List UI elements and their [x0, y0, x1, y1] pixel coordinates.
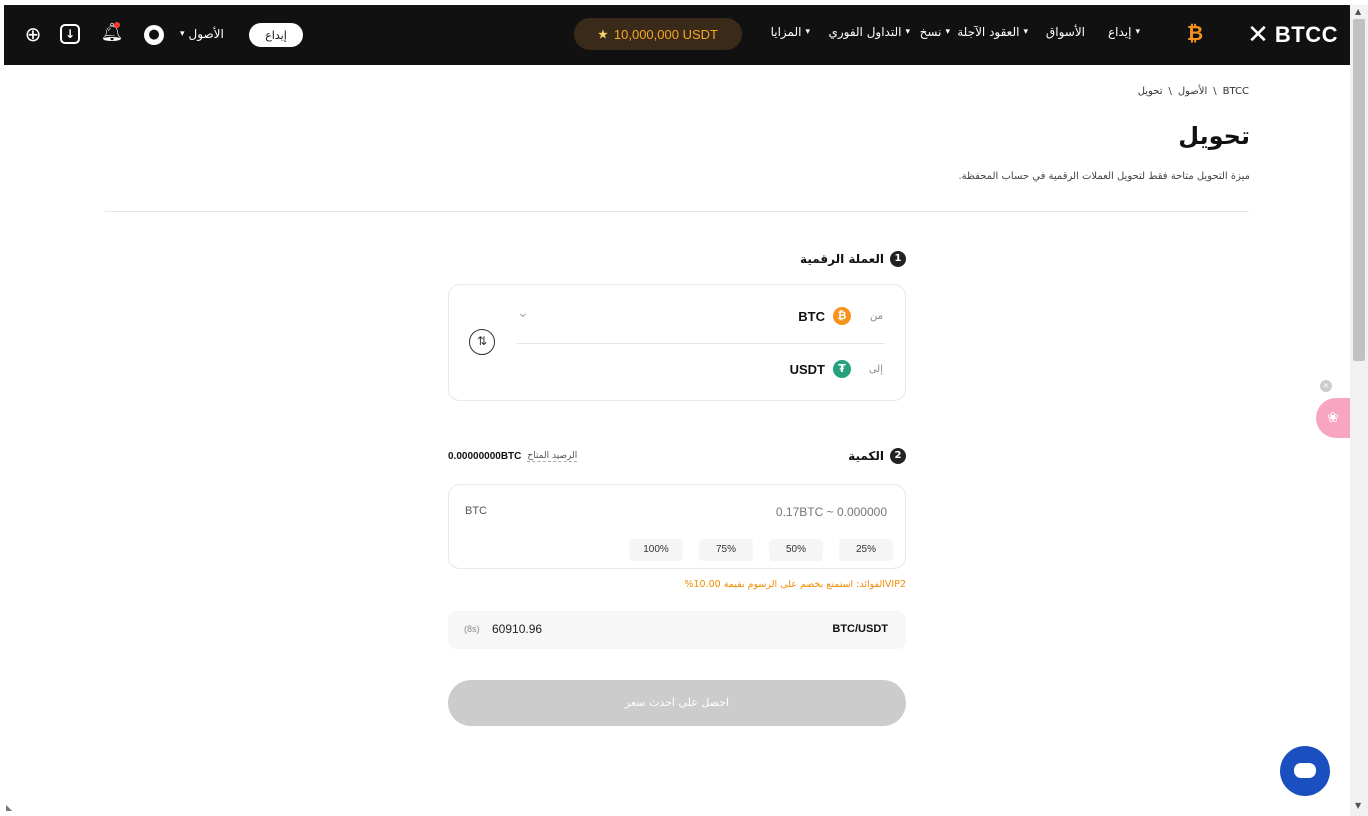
- step-number: 1: [890, 251, 906, 267]
- bitcoin-menu-icon[interactable]: ₿: [1185, 21, 1205, 45]
- caret-down-icon: ▾: [180, 29, 185, 39]
- quantity-unit: BTC: [465, 505, 487, 517]
- section-divider: [105, 211, 1249, 212]
- caret-down-icon: ▾: [905, 27, 910, 37]
- balance-value: 0.00000000BTC: [448, 451, 522, 462]
- top-navbar: ✕ BTCC ₿ إيداع ▾ الأسواق العقود الآجلة ▾…: [4, 5, 1350, 65]
- step-1-heading: 1 العملة الرقمية: [800, 251, 906, 267]
- pct-100-button[interactable]: 100%: [629, 539, 683, 561]
- nav-item-deposit[interactable]: إيداع ▾: [1108, 25, 1140, 39]
- tether-icon: ₮: [833, 360, 851, 378]
- nav-item-spot[interactable]: التداول الفوري ▾: [828, 25, 910, 39]
- btcc-logo[interactable]: ✕ BTCC: [1247, 19, 1338, 51]
- chevron-down-icon[interactable]: ⌄: [517, 305, 529, 321]
- logo-text: BTCC: [1274, 22, 1338, 47]
- scroll-up-arrow-icon[interactable]: ▲: [1355, 7, 1361, 16]
- bell-icon[interactable]: 🔔︎: [100, 21, 124, 45]
- nav-item-copy[interactable]: نسخ ▾: [920, 25, 950, 39]
- from-coin-selector[interactable]: من ₿ BTC: [798, 307, 883, 325]
- available-balance: الرصيد المتاح 0.00000000BTC: [448, 451, 578, 462]
- percentage-buttons: 100% 75% 50% 25%: [629, 539, 893, 561]
- caret-down-icon: ▾: [805, 27, 810, 37]
- get-latest-price-button[interactable]: احصل على احدث سعر: [448, 680, 906, 726]
- notification-dot: [114, 22, 120, 28]
- deposit-button[interactable]: إيداع: [249, 23, 303, 47]
- assets-menu-label: الأصول: [188, 27, 224, 41]
- caret-down-icon: ▾: [1135, 27, 1140, 37]
- breadcrumb: BTCC \ الأصول \ تحويل: [1138, 86, 1249, 97]
- step-label: الكمية: [848, 449, 884, 463]
- coin-divider: [517, 343, 885, 344]
- breadcrumb-assets[interactable]: الأصول: [1178, 86, 1207, 97]
- caret-down-icon: ▾: [945, 27, 950, 37]
- pct-25-button[interactable]: 25%: [839, 539, 893, 561]
- scroll-thumb[interactable]: [1353, 19, 1365, 361]
- rate-refresh-timer: (8s): [464, 624, 480, 634]
- nav-item-benefits[interactable]: المزايا ▾: [771, 25, 810, 39]
- scroll-down-arrow-icon[interactable]: ▼: [1355, 801, 1361, 810]
- chat-bubble-icon: [1294, 763, 1316, 778]
- nav-item-label: التداول الفوري: [828, 25, 902, 39]
- globe-icon[interactable]: ⊕: [22, 23, 44, 45]
- page-subtitle: ميزة التحويل متاحة فقط لتحويل العملات ال…: [958, 171, 1250, 182]
- coin-selector-card: من ₿ BTC ⌄ ⇅ إلى ₮ USDT: [448, 284, 906, 401]
- rate-value: 60910.96: [492, 622, 543, 636]
- nav-item-label: الأسواق: [1045, 25, 1085, 39]
- vip-badge-icon: ★: [598, 28, 608, 41]
- caret-down-icon: ▾: [1023, 27, 1028, 37]
- page-title: تحويل: [1178, 122, 1250, 150]
- balance-label: الرصيد المتاح: [527, 451, 578, 462]
- nav-item-label: المزايا: [770, 25, 802, 39]
- from-label: من: [870, 310, 883, 322]
- swap-direction-icon[interactable]: ⇅: [469, 329, 495, 355]
- breadcrumb-separator: \: [1168, 86, 1172, 97]
- rate-pair: BTC/USDT: [832, 623, 888, 635]
- nav-item-label: نسخ: [919, 25, 942, 39]
- btcc-logo-icon: ✕: [1247, 20, 1269, 50]
- nav-item-label: العقود الآجلة: [957, 25, 1020, 39]
- exchange-rate-row: (8s) 60910.96 BTC/USDT: [448, 611, 906, 649]
- user-avatar-icon[interactable]: ●: [144, 25, 164, 45]
- gift-icon[interactable]: ❀: [1316, 398, 1350, 438]
- download-icon[interactable]: ↓: [60, 24, 80, 44]
- quantity-input[interactable]: [627, 505, 887, 519]
- close-icon[interactable]: ×: [1320, 380, 1332, 392]
- pct-50-button[interactable]: 50%: [769, 539, 823, 561]
- bitcoin-icon: ₿: [833, 307, 851, 325]
- to-label: إلى: [868, 363, 883, 375]
- step-label: العملة الرقمية: [800, 252, 884, 266]
- page-scrollbar[interactable]: ▲ ▼: [1350, 5, 1368, 816]
- breadcrumb-current: تحويل: [1137, 86, 1163, 97]
- from-coin-symbol: BTC: [798, 308, 825, 324]
- promo-banner[interactable]: ★ 10,000,000 USDT: [574, 18, 742, 50]
- breadcrumb-home[interactable]: BTCC: [1223, 86, 1249, 97]
- step-2-heading: 2 الكمية: [848, 448, 906, 464]
- promo-text: 10,000,000 USDT: [613, 26, 718, 42]
- corner-arrow-icon: ◣: [6, 803, 13, 812]
- breadcrumb-separator: \: [1213, 86, 1217, 97]
- assets-menu[interactable]: ▾ الأصول: [180, 27, 224, 41]
- pct-75-button[interactable]: 75%: [699, 539, 753, 561]
- to-coin-symbol: USDT: [789, 361, 825, 377]
- step-number: 2: [890, 448, 906, 464]
- to-coin-selector[interactable]: إلى ₮ USDT: [790, 360, 883, 378]
- nav-item-futures[interactable]: العقود الآجلة ▾: [957, 25, 1028, 39]
- chat-support-button[interactable]: [1280, 746, 1330, 796]
- vip-fee-note: VIP2الفوائد: استمتع بخصم على الرسوم بقيم…: [684, 579, 906, 590]
- nav-item-markets[interactable]: الأسواق: [1046, 25, 1085, 39]
- nav-item-label: إيداع: [1108, 25, 1132, 39]
- quantity-card: BTC 100% 75% 50% 25%: [448, 484, 906, 569]
